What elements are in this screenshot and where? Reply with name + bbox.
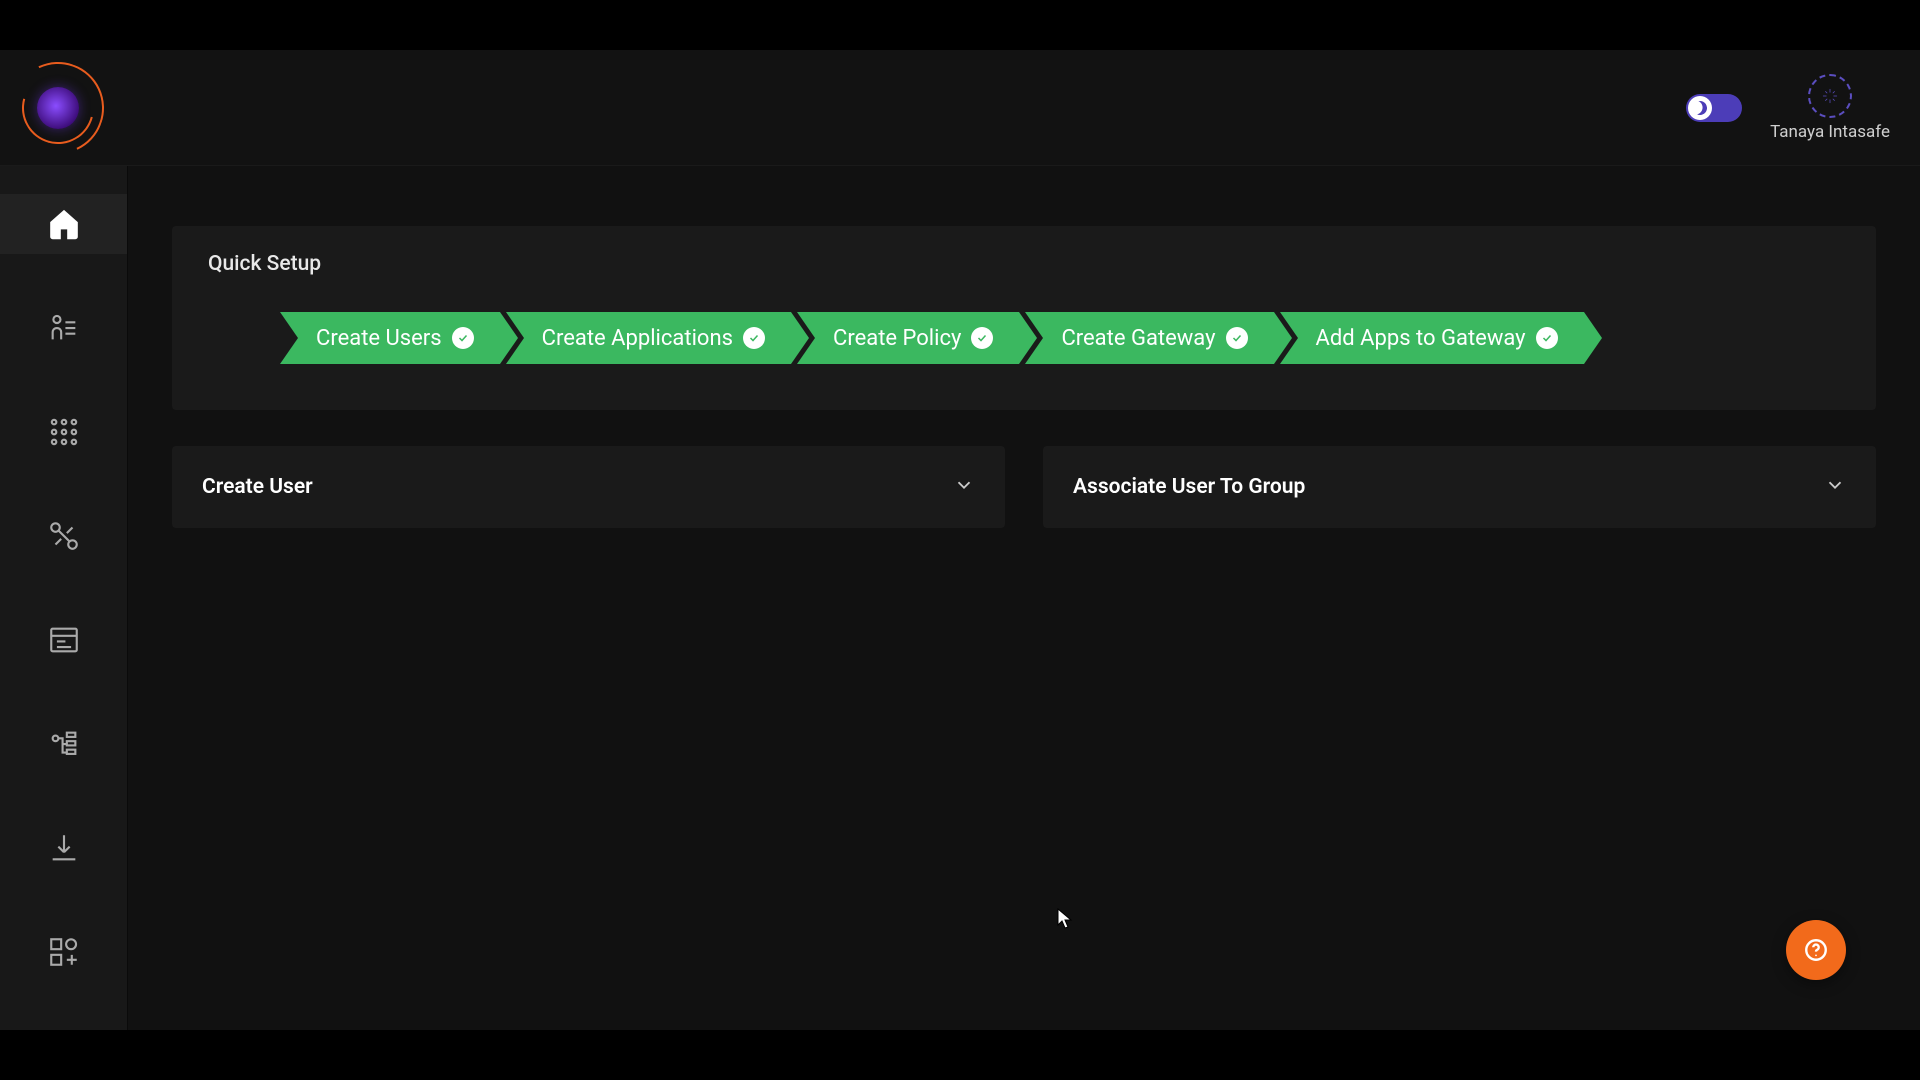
sidebar bbox=[0, 166, 128, 1030]
step-label: Create Gateway bbox=[1061, 326, 1215, 351]
step-create-gateway[interactable]: Create Gateway bbox=[1025, 312, 1273, 364]
main-content: Quick Setup Create Users Create Applicat… bbox=[128, 166, 1920, 1030]
panel-title: Associate User To Group bbox=[1073, 475, 1305, 499]
chevron-down-icon bbox=[953, 474, 975, 500]
quick-setup-title: Quick Setup bbox=[208, 252, 1840, 276]
check-icon bbox=[971, 327, 993, 349]
moon-icon bbox=[1691, 99, 1709, 117]
download-icon bbox=[47, 831, 81, 865]
user-profile[interactable]: Tanaya Intasafe bbox=[1770, 74, 1890, 142]
settings-tree-icon bbox=[47, 727, 81, 761]
app-window: Tanaya Intasafe bbox=[0, 50, 1920, 1030]
check-icon bbox=[743, 327, 765, 349]
sidebar-item-download[interactable] bbox=[0, 818, 127, 878]
check-icon bbox=[1226, 327, 1248, 349]
sidebar-item-users[interactable] bbox=[0, 298, 127, 358]
sidebar-item-home[interactable] bbox=[0, 194, 127, 254]
letterbox-bottom bbox=[0, 1030, 1920, 1080]
step-create-applications[interactable]: Create Applications bbox=[506, 312, 791, 364]
help-fab[interactable] bbox=[1786, 920, 1846, 980]
grid-dots-icon bbox=[47, 415, 81, 449]
widgets-icon bbox=[47, 935, 81, 969]
header-right: Tanaya Intasafe bbox=[1686, 74, 1890, 142]
sparkle-icon bbox=[1821, 87, 1839, 105]
user-list-icon bbox=[47, 311, 81, 345]
logs-icon bbox=[47, 623, 81, 657]
step-label: Create Policy bbox=[833, 326, 961, 351]
check-icon bbox=[1536, 327, 1558, 349]
step-label: Create Users bbox=[316, 326, 442, 351]
step-label: Create Applications bbox=[542, 326, 733, 351]
brand-logo[interactable] bbox=[12, 62, 104, 154]
brand-logo-core bbox=[37, 87, 79, 129]
step-create-policy[interactable]: Create Policy bbox=[797, 312, 1019, 364]
chevron-down-icon bbox=[1824, 474, 1846, 500]
sidebar-item-apps[interactable] bbox=[0, 402, 127, 462]
setup-steps-row: Create Users Create Applications Create … bbox=[208, 312, 1840, 364]
sidebar-item-logs[interactable] bbox=[0, 610, 127, 670]
sidebar-item-widgets[interactable] bbox=[0, 922, 127, 982]
network-icon bbox=[47, 519, 81, 553]
body: Quick Setup Create Users Create Applicat… bbox=[0, 166, 1920, 1030]
home-icon bbox=[47, 207, 81, 241]
panel-title: Create User bbox=[202, 475, 313, 499]
step-label: Add Apps to Gateway bbox=[1316, 326, 1526, 351]
letterbox-top bbox=[0, 0, 1920, 50]
dark-mode-toggle[interactable] bbox=[1686, 94, 1742, 122]
panel-create-user[interactable]: Create User bbox=[172, 446, 1005, 528]
check-icon bbox=[452, 327, 474, 349]
help-icon bbox=[1803, 937, 1829, 963]
quick-setup-card: Quick Setup Create Users Create Applicat… bbox=[172, 226, 1876, 410]
panel-associate-user-group[interactable]: Associate User To Group bbox=[1043, 446, 1876, 528]
sidebar-item-settings[interactable] bbox=[0, 714, 127, 774]
step-create-users[interactable]: Create Users bbox=[280, 312, 500, 364]
header-bar: Tanaya Intasafe bbox=[0, 50, 1920, 166]
step-add-apps-gateway[interactable]: Add Apps to Gateway bbox=[1280, 312, 1584, 364]
user-name-label: Tanaya Intasafe bbox=[1770, 122, 1890, 142]
user-avatar-ring bbox=[1808, 74, 1852, 118]
panels-row: Create User Associate User To Group bbox=[172, 446, 1876, 528]
sidebar-item-network[interactable] bbox=[0, 506, 127, 566]
toggle-knob bbox=[1688, 96, 1712, 120]
